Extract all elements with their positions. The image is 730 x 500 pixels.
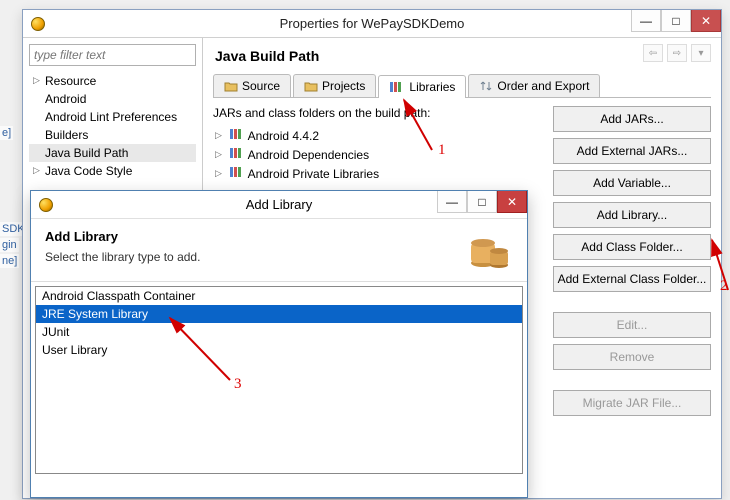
libraries-icon (389, 81, 405, 93)
tree-item-resource[interactable]: ▷Resource (29, 72, 196, 90)
nav-menu-button[interactable]: ▾ (691, 44, 711, 62)
migrate-jar-button: Migrate JAR File... (553, 390, 711, 416)
library-type-list[interactable]: Android Classpath Container JRE System L… (35, 286, 523, 474)
library-icon (229, 128, 245, 140)
build-path-tabs: Source Projects Libraries Order and Expo… (213, 74, 711, 98)
source-folder-icon (224, 81, 238, 92)
jar-item[interactable]: ▷ Android Private Libraries (213, 164, 545, 183)
tree-label: Resource (45, 74, 96, 88)
maximize-button[interactable]: □ (661, 10, 691, 32)
add-library-button[interactable]: Add Library... (553, 202, 711, 228)
add-library-dialog: Add Library — □ ✕ Add Library Select the… (30, 190, 528, 498)
jar-tree[interactable]: ▷ Android 4.4.2 ▷ Android Dependencies ▷… (213, 126, 545, 183)
library-jar-icon (465, 229, 513, 271)
order-icon (479, 80, 493, 92)
eclipse-icon (39, 198, 53, 212)
jar-list-label: JARs and class folders on the build path… (213, 106, 545, 120)
jar-item[interactable]: ▷ Android 4.4.2 (213, 126, 545, 145)
tab-order-export[interactable]: Order and Export (468, 74, 600, 97)
dialog-close-button[interactable]: ✕ (497, 191, 527, 213)
tree-label: Java Code Style (45, 164, 132, 178)
tab-label: Order and Export (497, 79, 589, 93)
list-item-android-classpath[interactable]: Android Classpath Container (36, 287, 522, 305)
section-title: Java Build Path (215, 48, 711, 64)
background-fragment: e] (0, 126, 13, 140)
add-jars-button[interactable]: Add JARs... (553, 106, 711, 132)
library-icon (229, 147, 245, 159)
library-icon (229, 166, 245, 178)
background-fragment: ne] (0, 254, 19, 268)
minimize-button[interactable]: — (631, 10, 661, 32)
projects-folder-icon (304, 81, 318, 92)
background-fragment: gin (0, 238, 19, 252)
main-title: Properties for WePaySDKDemo (280, 16, 465, 31)
jar-item-label: Android Private Libraries (248, 167, 379, 181)
tab-label: Projects (322, 79, 365, 93)
nav-back-button[interactable]: ⇦ (643, 44, 663, 62)
tab-label: Source (242, 79, 280, 93)
tree-label: Java Build Path (45, 146, 128, 160)
dialog-maximize-button[interactable]: □ (467, 191, 497, 213)
tree-item-builders[interactable]: Builders (29, 126, 196, 144)
add-variable-button[interactable]: Add Variable... (553, 170, 711, 196)
main-titlebar[interactable]: Properties for WePaySDKDemo — □ ✕ (23, 10, 721, 38)
dialog-title: Add Library (246, 197, 312, 212)
tab-projects[interactable]: Projects (293, 74, 376, 97)
tab-label: Libraries (409, 80, 455, 94)
dialog-titlebar[interactable]: Add Library — □ ✕ (31, 191, 527, 219)
list-item-junit[interactable]: JUnit (36, 323, 522, 341)
tree-label: Android Lint Preferences (45, 110, 177, 124)
dialog-subheading: Select the library type to add. (45, 250, 200, 264)
category-tree[interactable]: ▷Resource Android Android Lint Preferenc… (29, 72, 196, 180)
remove-button: Remove (553, 344, 711, 370)
jar-item-label: Android 4.4.2 (248, 129, 319, 143)
add-class-folder-button[interactable]: Add Class Folder... (553, 234, 711, 260)
dialog-minimize-button[interactable]: — (437, 191, 467, 213)
tree-label: Builders (45, 128, 88, 142)
filter-input[interactable] (29, 44, 196, 66)
nav-forward-button[interactable]: ⇨ (667, 44, 687, 62)
jar-item[interactable]: ▷ Android Dependencies (213, 145, 545, 164)
close-button[interactable]: ✕ (691, 10, 721, 32)
list-item-user-library[interactable]: User Library (36, 341, 522, 359)
add-external-class-folder-button[interactable]: Add External Class Folder... (553, 266, 711, 292)
jar-item-label: Android Dependencies (248, 148, 369, 162)
dialog-heading: Add Library (45, 229, 200, 244)
eclipse-icon (31, 17, 45, 31)
tree-label: Android (45, 92, 86, 106)
tree-item-java-build-path[interactable]: Java Build Path (29, 144, 196, 162)
tree-item-android[interactable]: Android (29, 90, 196, 108)
tree-item-lint[interactable]: Android Lint Preferences (29, 108, 196, 126)
button-column: Add JARs... Add External JARs... Add Var… (553, 106, 711, 416)
add-external-jars-button[interactable]: Add External JARs... (553, 138, 711, 164)
tab-source[interactable]: Source (213, 74, 291, 97)
tab-libraries[interactable]: Libraries (378, 75, 466, 98)
tree-item-java-code-style[interactable]: ▷Java Code Style (29, 162, 196, 180)
dialog-header: Add Library Select the library type to a… (31, 219, 527, 282)
list-item-jre-system[interactable]: JRE System Library (36, 305, 522, 323)
edit-button: Edit... (553, 312, 711, 338)
